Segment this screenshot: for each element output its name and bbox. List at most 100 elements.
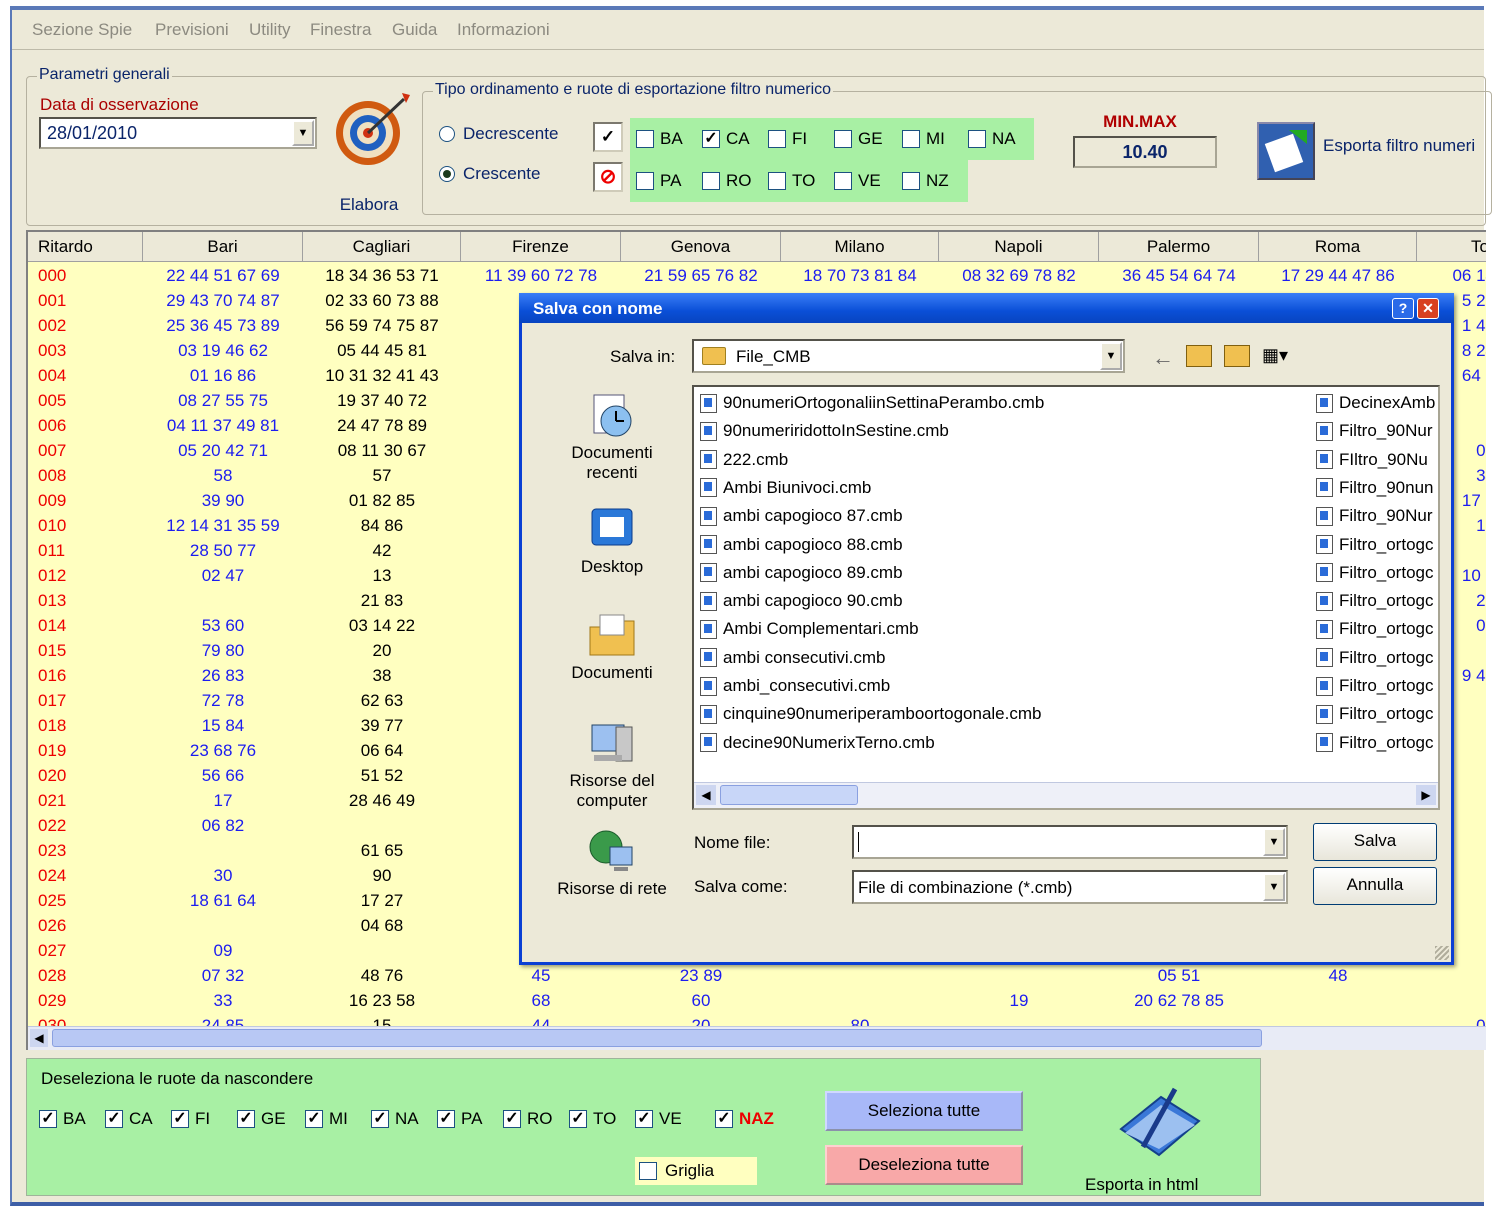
- file-item[interactable]: FIltro_90Nu: [1316, 450, 1438, 470]
- file-item[interactable]: 90numeriOrtogonaliinSettinaPerambo.cmb: [700, 393, 1044, 413]
- hide-wheel-cb-FI[interactable]: ✓ FI: [171, 1109, 210, 1129]
- checkbox[interactable]: [834, 172, 852, 190]
- wheel-cb-GE[interactable]: GE: [834, 129, 883, 149]
- place-recent[interactable]: Documenti recenti: [552, 389, 672, 483]
- export-html-label[interactable]: Esporta in html: [1085, 1175, 1198, 1195]
- radio-decrescente[interactable]: Decrescente: [439, 124, 558, 144]
- checkbox[interactable]: [968, 130, 986, 148]
- checkbox[interactable]: [902, 130, 920, 148]
- checkbox[interactable]: [902, 172, 920, 190]
- place-network[interactable]: Risorse di rete: [552, 825, 672, 899]
- checkbox[interactable]: ✓: [569, 1110, 587, 1128]
- wheel-cb-NA[interactable]: NA: [968, 129, 1016, 149]
- file-item[interactable]: ambi capogioco 90.cmb: [700, 591, 903, 611]
- up-folder-icon[interactable]: [1186, 345, 1212, 367]
- file-item[interactable]: DecinexAmb: [1316, 393, 1438, 413]
- save-button[interactable]: Salva: [1313, 823, 1437, 861]
- chevron-down-icon[interactable]: ▼: [1100, 342, 1122, 370]
- place-desktop[interactable]: Desktop: [552, 503, 672, 577]
- savetype-select[interactable]: File di combinazione (*.cmb) ▼: [852, 870, 1288, 904]
- menu-guida[interactable]: Guida: [392, 20, 437, 40]
- checkbox[interactable]: [636, 130, 654, 148]
- wheel-cb-MI[interactable]: MI: [902, 129, 945, 149]
- grid-hscrollbar[interactable]: ◀: [28, 1026, 1486, 1050]
- radio-decrescente-circle[interactable]: [439, 126, 455, 142]
- hide-wheel-cb-PA[interactable]: ✓ PA: [437, 1109, 482, 1129]
- close-icon[interactable]: ✕: [1417, 298, 1439, 319]
- col-header-torino[interactable]: To: [1417, 232, 1486, 262]
- col-header-firenze[interactable]: Firenze: [461, 232, 621, 262]
- hide-wheel-cb-NA[interactable]: ✓ NA: [371, 1109, 419, 1129]
- checkbox[interactable]: ✓: [105, 1110, 123, 1128]
- wheel-cb-PA[interactable]: PA: [636, 171, 681, 191]
- view-menu-icon[interactable]: ▦▾: [1262, 345, 1296, 367]
- wheel-cb-VE[interactable]: VE: [834, 171, 881, 191]
- checkbox[interactable]: [768, 130, 786, 148]
- file-item[interactable]: Filtro_ortogc: [1316, 676, 1438, 696]
- hide-wheel-cb-RO[interactable]: ✓ RO: [503, 1109, 553, 1129]
- file-item[interactable]: Filtro_ortogc: [1316, 535, 1438, 555]
- menu-informazioni[interactable]: Informazioni: [457, 20, 550, 40]
- elabora-label[interactable]: Elabora: [329, 195, 409, 215]
- export-filter-label[interactable]: Esporta filtro numeri: [1323, 136, 1475, 156]
- file-item[interactable]: Ambi Biunivoci.cmb: [700, 478, 871, 498]
- hide-wheel-cb-TO[interactable]: ✓ TO: [569, 1109, 616, 1129]
- place-computer[interactable]: Risorse del computer: [552, 717, 672, 811]
- checkbox[interactable]: ✓: [702, 130, 720, 148]
- wheel-cb-NZ[interactable]: NZ: [902, 171, 949, 191]
- radio-crescente[interactable]: Crescente: [439, 164, 540, 184]
- col-header-napoli[interactable]: Napoli: [939, 232, 1099, 262]
- file-list[interactable]: 90numeriOrtogonaliinSettinaPerambo.cmb 90…: [692, 385, 1440, 810]
- chevron-left-icon[interactable]: ◀: [696, 785, 716, 805]
- checkbox[interactable]: ✓: [371, 1110, 389, 1128]
- checkbox[interactable]: ✓: [39, 1110, 57, 1128]
- menu-previsioni[interactable]: Previsioni: [155, 20, 229, 40]
- menu-sezione-spie[interactable]: Sezione Spie: [32, 20, 132, 40]
- chevron-down-icon[interactable]: ▼: [1263, 873, 1285, 901]
- file-item[interactable]: Filtro_ortogc: [1316, 619, 1438, 639]
- file-item[interactable]: cinquine90numeriperamboortogonale.cmb: [700, 704, 1041, 724]
- file-item[interactable]: Filtro_ortogc: [1316, 563, 1438, 583]
- target-icon[interactable]: [332, 89, 412, 169]
- file-item[interactable]: Filtro_ortogc: [1316, 704, 1438, 724]
- checkbox[interactable]: [834, 130, 852, 148]
- checkbox[interactable]: [702, 172, 720, 190]
- checkbox[interactable]: [768, 172, 786, 190]
- deselect-all-button[interactable]: Deseleziona tutte: [825, 1145, 1023, 1185]
- radio-crescente-circle[interactable]: [439, 166, 455, 182]
- checkbox[interactable]: ✓: [305, 1110, 323, 1128]
- file-item[interactable]: ambi capogioco 88.cmb: [700, 535, 903, 555]
- chevron-right-icon[interactable]: ▶: [1416, 785, 1436, 805]
- hide-wheel-cb-GE[interactable]: ✓ GE: [237, 1109, 286, 1129]
- place-documents[interactable]: Documenti: [552, 609, 672, 683]
- file-scroll-thumb[interactable]: [720, 785, 858, 805]
- help-icon[interactable]: ?: [1392, 298, 1414, 319]
- checkbox[interactable]: ✓: [437, 1110, 455, 1128]
- file-item[interactable]: Filtro_90nun: [1316, 478, 1438, 498]
- chevron-down-icon[interactable]: ▼: [292, 120, 314, 146]
- menu-finestra[interactable]: Finestra: [310, 20, 371, 40]
- wheel-cb-RO[interactable]: RO: [702, 171, 752, 191]
- wheel-cb-FI[interactable]: FI: [768, 129, 807, 149]
- col-header-milano[interactable]: Milano: [781, 232, 939, 262]
- book-icon[interactable]: [1115, 1083, 1205, 1163]
- filename-input[interactable]: ▼: [852, 825, 1288, 859]
- chevron-left-icon[interactable]: ◀: [30, 1029, 48, 1047]
- scroll-thumb[interactable]: [52, 1029, 1262, 1047]
- menu-utility[interactable]: Utility: [249, 20, 291, 40]
- file-item[interactable]: Filtro_ortogc: [1316, 733, 1438, 753]
- new-folder-icon[interactable]: [1224, 345, 1250, 367]
- dialog-titlebar[interactable]: Salva con nome ? ✕: [519, 293, 1454, 323]
- file-list-hscrollbar[interactable]: ◀ ▶: [694, 782, 1438, 808]
- file-item[interactable]: Filtro_ortogc: [1316, 591, 1438, 611]
- file-item[interactable]: Filtro_90Nur: [1316, 506, 1438, 526]
- col-header-bari[interactable]: Bari: [143, 232, 303, 262]
- file-item[interactable]: ambi_consecutivi.cmb: [700, 676, 890, 696]
- file-item[interactable]: ambi capogioco 89.cmb: [700, 563, 903, 583]
- check-all-icon[interactable]: ✓: [593, 122, 623, 152]
- clear-all-icon[interactable]: ⊘: [593, 162, 623, 192]
- select-all-button[interactable]: Seleziona tutte: [825, 1091, 1023, 1131]
- checkbox[interactable]: [639, 1162, 657, 1180]
- checkbox[interactable]: ✓: [503, 1110, 521, 1128]
- hide-wheel-cb-NAZ[interactable]: ✓ NAZ: [715, 1109, 774, 1129]
